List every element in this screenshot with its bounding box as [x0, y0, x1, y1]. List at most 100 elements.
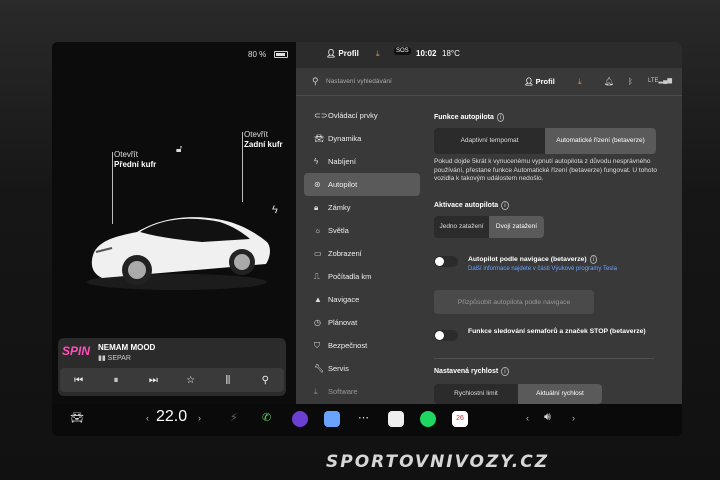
nav-item-navigation[interactable]: ▲ Navigace	[304, 288, 420, 311]
activation-title: Aktivace autopilota i	[434, 201, 509, 210]
activation-selector: Jedno zatažení Dvojí zatažení	[434, 216, 544, 238]
rear-trunk-button[interactable]: Otevřít Zadní kufr	[244, 130, 283, 150]
status-profile[interactable]: 👤︎ Profil	[326, 49, 359, 58]
temp-up-icon[interactable]: ›	[198, 413, 201, 423]
next-track-icon[interactable]: ⏭︎	[143, 375, 163, 386]
media-player[interactable]: SPIN NEMAM MOOD ▮▮ SEPAR ⏮︎ ⏸︎ ⏭︎ ☆ ⫼ ⚲	[58, 338, 286, 396]
nav-item-charging[interactable]: ϟ Nabíjení	[304, 150, 420, 173]
nav-item-trips[interactable]: ⎍ Počítadla km	[304, 265, 420, 288]
download-icon: ⤓	[314, 386, 318, 396]
info-icon[interactable]: i	[501, 367, 509, 376]
profile-button[interactable]: 👤︎ Profil	[524, 77, 555, 86]
toggle-icon: ⊂⊃	[314, 111, 328, 120]
info-icon[interactable]: i	[496, 113, 505, 122]
nav-autopilot-title-text: Autopilot podle navigace (betaverze)	[468, 256, 587, 263]
touchscreen: 80 % Otevřít Přední kufr Otevřít Zadní k…	[52, 42, 682, 436]
nav-label: Plánovat	[328, 318, 358, 327]
navigation-icon: ▲	[314, 295, 322, 304]
nav-item-controls[interactable]: ⊂⊃ Ovládací prvky	[304, 104, 420, 127]
calendar-icon[interactable]: 26	[452, 411, 468, 427]
nav-label: Autopilot	[328, 180, 358, 189]
previous-track-icon[interactable]: ⏮︎	[69, 375, 89, 386]
nav-item-locks[interactable]: 🔒︎ Zámky	[304, 196, 420, 219]
nav-label: Nabíjení	[328, 157, 356, 166]
spotify-icon[interactable]	[420, 411, 436, 427]
car-icon: 🚘︎	[314, 134, 325, 143]
seat-heater-icon[interactable]: ⚡︎	[230, 411, 238, 424]
section-divider	[434, 358, 654, 359]
song-artist: ▮▮ SEPAR	[98, 355, 131, 362]
artist-name: SEPAR	[107, 355, 131, 362]
download-icon[interactable]: ⤓	[578, 77, 582, 87]
clock: 10:02	[416, 49, 437, 58]
favorite-star-icon[interactable]: ☆	[181, 375, 201, 386]
nav-item-autopilot[interactable]: ⊛ Autopilot	[304, 173, 420, 196]
nav-item-lights[interactable]: ☼ Světla	[304, 219, 420, 242]
traffic-light-toggle[interactable]	[434, 330, 458, 341]
wrench-icon: 🔧︎	[314, 364, 325, 373]
outside-temperature: 18°C	[442, 49, 460, 58]
settings-search-bar: ⚲ Nastavení vyhledávání 👤︎ Profil ⤓ 🔔︎ ᛒ…	[296, 68, 682, 96]
dashcam-app-icon[interactable]	[388, 411, 404, 427]
nav-item-display[interactable]: ▭ Zobrazení	[304, 242, 420, 265]
nav-item-service[interactable]: 🔧︎ Servis	[304, 357, 420, 380]
toybox-app-icon[interactable]	[324, 411, 340, 427]
car-model-image	[87, 217, 270, 290]
lte-signal-icon: LTE▂▄▆	[648, 78, 673, 84]
settings-search-input[interactable]: Nastavení vyhledávání	[326, 78, 392, 85]
search-icon[interactable]: ⚲	[255, 375, 275, 386]
activation-title-text: Aktivace autopilota	[434, 202, 499, 209]
option-single-pull[interactable]: Jedno zatažení	[434, 216, 489, 238]
customize-nav-autopilot-button[interactable]: Přizpůsobit autopilota podle navigace	[434, 290, 594, 314]
download-icon[interactable]: ⤓	[376, 49, 380, 59]
nav-autopilot-toggle[interactable]	[434, 256, 458, 267]
more-apps-icon[interactable]: ⋯	[358, 411, 369, 424]
bell-icon[interactable]: 🔔︎	[604, 77, 614, 86]
search-icon: ⚲	[312, 76, 319, 86]
status-profile-label: Profil	[338, 49, 359, 58]
album-art: SPIN	[62, 344, 91, 358]
front-trunk-action: Otevřít	[114, 150, 139, 159]
nav-item-safety[interactable]: ⛉ Bezpečnost	[304, 334, 420, 357]
volume-down-icon[interactable]: ‹	[526, 413, 529, 423]
option-adaptive-cruise[interactable]: Adaptivní tempomat	[434, 128, 545, 154]
option-autosteer[interactable]: Automatické řízení (betaverze)	[545, 128, 656, 154]
strike-warning-text: Pokud dojde 5krát k vynucenému vypnutí a…	[434, 158, 657, 182]
sos-badge[interactable]: SOS	[394, 47, 411, 55]
temp-down-icon[interactable]: ‹	[146, 413, 149, 423]
battery-icon	[274, 51, 288, 58]
settings-panel: 👤︎ Profil ⤓ SOS 10:02 18°C ⚲ Nastavení v…	[296, 42, 682, 404]
nav-label: Zobrazení	[328, 249, 362, 258]
equalizer-icon[interactable]: ⫼	[218, 375, 238, 386]
unlocked-icon[interactable]: 🔓︎	[176, 144, 182, 155]
speed-selector: Rychlostní limit Aktuální rychlost	[434, 384, 602, 404]
nav-label: Software	[328, 387, 358, 396]
nav-label: Bezpečnost	[328, 341, 368, 350]
front-trunk-button[interactable]: Otevřít Přední kufr	[114, 150, 156, 170]
nav-label: Dynamika	[328, 134, 362, 143]
nav-label: Zámky	[328, 203, 351, 212]
nav-item-dynamics[interactable]: 🚘︎ Dynamika	[304, 127, 420, 150]
tutorials-link[interactable]: Další informace najdete v části Výukové …	[468, 266, 617, 272]
volume-up-icon[interactable]: ›	[572, 413, 575, 423]
camera-app-icon[interactable]	[292, 411, 308, 427]
bluetooth-icon[interactable]: ᛒ	[628, 77, 633, 86]
trip-icon: ⎍	[314, 271, 320, 281]
volume-icon[interactable]: 🔊︎	[544, 411, 551, 424]
pause-icon[interactable]: ⏸︎	[106, 375, 126, 386]
nav-item-software[interactable]: ⤓ Software	[304, 380, 420, 403]
car-icon[interactable]: 🚘︎	[70, 411, 84, 424]
option-speed-limit[interactable]: Rychlostní limit	[434, 384, 518, 404]
info-icon[interactable]: i	[501, 201, 509, 210]
steering-icon: ⊛	[314, 180, 321, 189]
bottom-dock: 🚘︎ ‹ 22.0 › ⚡︎ ✆ ⋯ 26 ‹ 🔊︎ ›	[52, 404, 682, 436]
light-icon: ☼	[314, 226, 322, 235]
car-panel: 80 % Otevřít Přední kufr Otevřít Zadní k…	[52, 42, 296, 404]
option-double-pull[interactable]: Dvojí zatažení	[489, 216, 544, 238]
nav-label: Počítadla km	[328, 272, 372, 281]
info-icon[interactable]: i	[589, 255, 598, 264]
phone-icon[interactable]: ✆	[262, 411, 271, 424]
option-current-speed[interactable]: Aktuální rychlost	[518, 384, 602, 404]
rear-trunk-action: Otevřít	[244, 130, 269, 139]
nav-item-schedule[interactable]: ◷ Plánovat	[304, 311, 420, 334]
